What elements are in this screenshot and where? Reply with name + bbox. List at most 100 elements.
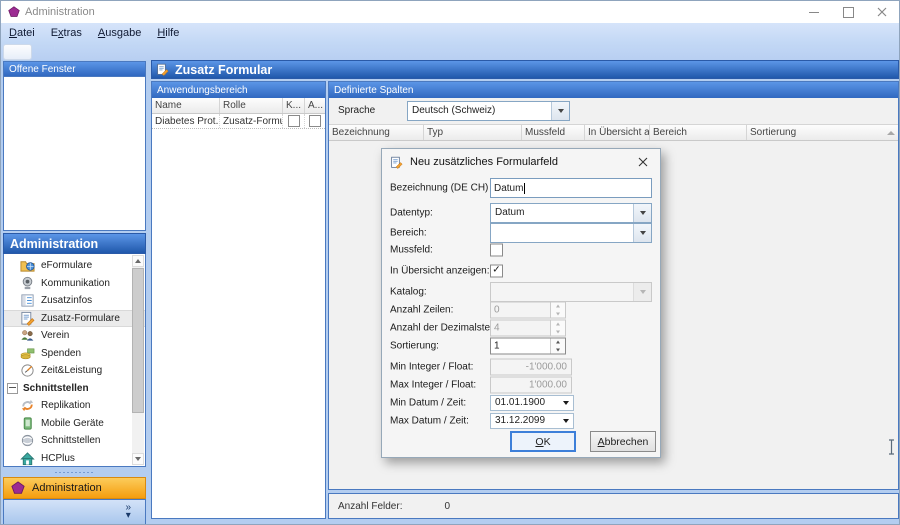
sidebar-item-label: Mobile Geräte — [41, 418, 104, 429]
spin-down-icon — [551, 310, 565, 318]
sidebar-item-eformulare[interactable]: eFormulare — [4, 257, 145, 275]
menu-hilfe[interactable]: Hilfe — [149, 24, 187, 42]
definierte-spalten-header: Definierte Spalten — [329, 82, 898, 98]
min-integer-label: Min Integer / Float: — [390, 362, 473, 373]
form-icon — [156, 63, 169, 76]
sidebar-group-schnittstellen[interactable]: Schnittstellen — [4, 380, 145, 398]
column-header-a[interactable]: A... — [305, 98, 325, 113]
sidebar-splitter[interactable]: ·········· — [3, 467, 146, 477]
spin-down-button[interactable] — [551, 346, 565, 354]
open-windows-title: Offene Fenster — [9, 64, 76, 75]
uebersicht-checkbox[interactable]: ✓ — [490, 265, 503, 278]
configure-buttons-chevron[interactable]: » ▾ — [125, 504, 131, 520]
collapse-expander-icon[interactable] — [7, 383, 18, 394]
column-header-mussfeld[interactable]: Mussfeld — [522, 125, 585, 140]
dialog-close-button[interactable] — [626, 149, 660, 175]
bereich-label: Bereich: — [390, 228, 427, 239]
bereich-combobox[interactable] — [490, 223, 652, 243]
sidebar-item-zusatzinfos[interactable]: Zusatzinfos — [4, 292, 145, 310]
menu-ausgabe[interactable]: Ausgabe — [90, 24, 149, 42]
max-integer-label: Max Integer / Float: — [390, 380, 476, 391]
sidebar-item-label: Replikation — [41, 400, 90, 411]
open-windows-list[interactable] — [3, 77, 146, 231]
administration-bar[interactable]: Administration — [3, 477, 146, 499]
sprache-label: Sprache — [338, 105, 375, 116]
sidebar-item-mobile-geraete[interactable]: Mobile Geräte — [4, 415, 145, 433]
chevron-down-icon: ▾ — [125, 512, 131, 520]
sidebar-item-hcplus[interactable]: HCPlus — [4, 450, 145, 468]
bezeichnung-input[interactable]: Datum — [490, 178, 652, 198]
sort-ascending-icon — [887, 131, 895, 135]
max-datum-picker[interactable]: 31.12.2099 — [490, 413, 574, 429]
scroll-up-button[interactable] — [132, 255, 144, 267]
mussfeld-label: Mussfeld: — [390, 245, 433, 256]
status-label: Anzahl Felder: — [338, 501, 402, 512]
sidebar-item-label: Zeit&Leistung — [41, 365, 102, 376]
column-header-typ[interactable]: Typ — [424, 125, 522, 140]
sidebar-item-verein[interactable]: Verein — [4, 327, 145, 345]
spin-down-icon — [551, 328, 565, 336]
spin-up-icon — [551, 321, 565, 329]
sidebar-item-schnittstellen[interactable]: Schnittstellen — [4, 432, 145, 450]
sidebar-item-replikation[interactable]: Replikation — [4, 397, 145, 415]
cell-a — [305, 114, 325, 128]
scroll-down-button[interactable] — [132, 453, 144, 465]
cell-k — [283, 114, 305, 128]
scrollbar-thumb[interactable] — [132, 268, 144, 413]
menu-extras[interactable]: Extras — [43, 24, 90, 42]
column-header-name[interactable]: Name — [152, 98, 220, 113]
cancel-button[interactable]: Abbrechen — [590, 431, 656, 452]
donation-icon — [20, 346, 35, 361]
sidebar-item-spenden[interactable]: Spenden — [4, 345, 145, 363]
nav-scrollbar[interactable] — [132, 255, 144, 465]
dropdown-button[interactable] — [633, 204, 651, 222]
datentyp-combobox[interactable]: Datum — [490, 203, 652, 223]
uebersicht-row: In Übersicht anzeigen: ✓ — [390, 263, 652, 279]
administration-bar-label: Administration — [32, 482, 102, 494]
open-windows-header: Offene Fenster — [3, 61, 146, 77]
minimize-button[interactable] — [797, 1, 831, 23]
sidebar-item-zusatz-formulare[interactable]: Zusatz-Formulare — [4, 310, 145, 328]
close-button[interactable] — [865, 1, 899, 23]
k-checkbox[interactable] — [288, 115, 300, 127]
dropdown-button[interactable] — [633, 224, 651, 242]
spin-up-button[interactable] — [551, 339, 565, 347]
anwendungsbereich-panel: Anwendungsbereich Name Rolle K... A... D… — [151, 81, 326, 519]
column-header-sortierung[interactable]: Sortierung — [747, 125, 898, 140]
dropdown-button[interactable] — [551, 102, 569, 120]
sidebar-item-zeit-leistung[interactable]: Zeit&Leistung — [4, 362, 145, 380]
column-header-uebersicht[interactable]: In Übersicht anz... — [585, 125, 650, 140]
list-icon — [20, 293, 35, 308]
maximize-button[interactable] — [831, 1, 865, 23]
ibeam-cursor — [887, 439, 896, 455]
sortierung-spinner[interactable]: 1 — [490, 338, 566, 355]
menu-datei[interactable]: Datei — [1, 24, 43, 42]
ok-button[interactable]: OK — [510, 431, 576, 452]
maximize-icon — [843, 7, 854, 18]
mussfeld-checkbox[interactable] — [490, 244, 503, 257]
splitter-dots: ·········· — [55, 467, 95, 477]
chevron-down-icon — [558, 109, 564, 113]
chevron-down-icon — [640, 290, 646, 294]
table-row[interactable]: Diabetes Prot... Zusatz-Formul... — [152, 114, 325, 129]
spin-up-icon — [551, 303, 565, 311]
form-icon — [390, 156, 403, 169]
cell-name: Diabetes Prot... — [152, 114, 220, 128]
column-header-rolle[interactable]: Rolle — [220, 98, 283, 113]
app-logo-icon — [8, 6, 20, 18]
min-datum-picker[interactable]: 01.01.1900 — [490, 395, 574, 411]
toolbar-button[interactable] — [3, 44, 32, 60]
column-header-bezeichnung[interactable]: Bezeichnung — [329, 125, 424, 140]
column-header-k[interactable]: K... — [283, 98, 305, 113]
sidebar-group-label: Schnittstellen — [23, 383, 89, 394]
sprache-combobox[interactable]: Deutsch (Schweiz) — [407, 101, 570, 121]
bezeichnung-label: Bezeichnung (DE CH) — [390, 183, 488, 194]
sidebar-item-kommunikation[interactable]: Kommunikation — [4, 275, 145, 293]
a-checkbox[interactable] — [309, 115, 321, 127]
column-header-bereich[interactable]: Bereich — [650, 125, 747, 140]
bezeichnung-value: Datum — [494, 183, 523, 194]
app-logo-icon — [11, 481, 25, 495]
sidebar-item-label: HCPlus — [41, 453, 75, 464]
sync-icon — [20, 398, 35, 413]
grid-column-headers: Bezeichnung Typ Mussfeld In Übersicht an… — [329, 124, 898, 141]
